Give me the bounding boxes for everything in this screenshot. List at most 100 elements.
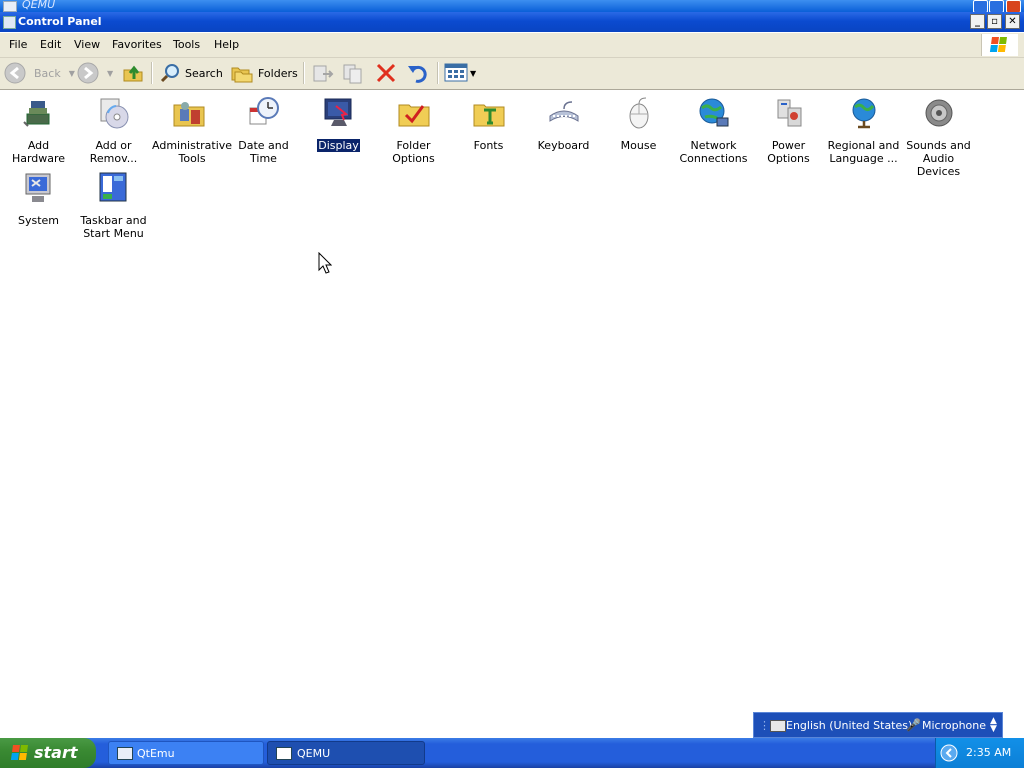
up-folder-button[interactable] — [122, 62, 144, 84]
copy-to-button[interactable] — [341, 62, 365, 84]
add-hardware-item[interactable]: Add Hardware — [1, 96, 76, 165]
folders-button[interactable]: Folders — [230, 62, 298, 84]
folder-options-item[interactable]: Folder Options — [376, 96, 451, 165]
item-label: System — [17, 214, 60, 227]
taskbar: start QtEmu QEMU 2:35 AM — [0, 738, 1024, 768]
power-options-item[interactable]: Power Options — [751, 96, 826, 165]
administrative-tools-icon — [173, 102, 204, 127]
qemu-minimize-button[interactable] — [973, 0, 988, 12]
regional-language-item[interactable]: Regional and Language ... — [826, 96, 901, 165]
language-bar-options-icon[interactable]: ▲ ▼ — [990, 717, 997, 734]
item-label: Keyboard — [537, 139, 590, 152]
views-dropdown-icon[interactable]: ▼ — [470, 69, 476, 78]
taskbar-item-qemu[interactable]: QEMU — [267, 741, 425, 765]
sounds-audio-icon — [925, 99, 952, 127]
copy-to-icon — [343, 64, 362, 84]
fonts-item[interactable]: Fonts — [451, 96, 526, 152]
keyboard-layout-icon — [770, 720, 786, 732]
toolbar: Back ▼ ▼ Search Folders ▼ — [0, 58, 1024, 90]
item-label: Administrative Tools — [152, 139, 233, 165]
menu-help[interactable]: Help — [214, 38, 239, 51]
minimize-button[interactable]: _ — [970, 14, 985, 29]
start-button[interactable]: start — [0, 738, 96, 768]
show-hidden-icons-button[interactable] — [940, 744, 958, 762]
qemu-maximize-button[interactable] — [989, 0, 1004, 12]
item-label: Date and Time — [238, 139, 289, 165]
close-button[interactable]: ✕ — [1005, 14, 1020, 29]
toolbar-separator — [437, 62, 439, 84]
taskbar-start-menu-item[interactable]: Taskbar and Start Menu — [76, 171, 151, 240]
language-bar-handle[interactable]: ⋮ — [759, 719, 770, 732]
qemu-close-button[interactable] — [1006, 0, 1021, 12]
task-label: QtEmu — [137, 747, 175, 760]
qemu-window-icon — [3, 1, 17, 12]
clock[interactable]: 2:35 AM — [966, 746, 1011, 759]
restore-button[interactable]: ▫ — [987, 14, 1002, 29]
system-icon — [25, 173, 50, 202]
undo-button[interactable] — [406, 62, 430, 84]
window-title: Control Panel — [18, 15, 102, 28]
folders-label: Folders — [258, 66, 298, 80]
views-button[interactable]: ▼ — [444, 62, 476, 84]
search-button[interactable]: Search — [159, 62, 223, 84]
microphone-icon: 🎤 — [906, 718, 921, 732]
date-time-item[interactable]: Date and Time — [226, 96, 301, 165]
search-label: Search — [185, 66, 223, 80]
network-connections-icon — [699, 98, 728, 127]
search-icon — [160, 64, 179, 83]
menu-view[interactable]: View — [74, 38, 100, 51]
menu-file[interactable]: File — [9, 38, 27, 51]
add-hardware-icon — [22, 101, 49, 127]
display-icon — [324, 98, 351, 126]
keyboard-item[interactable]: Keyboard — [526, 96, 601, 152]
item-label: Add Hardware — [11, 139, 66, 165]
power-options-icon — [777, 99, 801, 127]
item-label: Mouse — [620, 139, 657, 152]
task-label: QEMU — [297, 747, 331, 760]
move-to-button[interactable] — [311, 62, 335, 84]
keyboard-icon — [549, 101, 578, 122]
item-label: Fonts — [473, 139, 504, 152]
add-remove-programs-item[interactable]: Add or Remov... — [76, 96, 151, 165]
language-bar: ⋮ English (United States) 🎤 Microphone ▲… — [753, 712, 1003, 738]
forward-dropdown-icon[interactable]: ▼ — [107, 69, 113, 78]
mouse-icon — [629, 97, 648, 129]
mouse-item[interactable]: Mouse — [601, 96, 676, 152]
back-button[interactable]: Back ▼ — [4, 62, 75, 84]
menu-edit[interactable]: Edit — [40, 38, 61, 51]
windows-flag-icon — [10, 745, 28, 760]
window-icon — [276, 747, 292, 760]
up-folder-icon — [123, 65, 143, 82]
system-tray: 2:35 AM — [935, 738, 1024, 768]
forward-button[interactable]: ▼ — [77, 62, 113, 84]
taskbar-item-qtemu[interactable]: QtEmu — [108, 741, 264, 765]
window-icon — [117, 747, 133, 760]
back-arrow-icon — [4, 62, 26, 84]
sounds-audio-item[interactable]: Sounds and Audio Devices — [901, 96, 976, 178]
regional-language-icon — [852, 98, 875, 129]
menu-tools[interactable]: Tools — [173, 38, 200, 51]
item-label: Folder Options — [392, 139, 435, 165]
menu-bar: File Edit View Favorites Tools Help — [0, 33, 1024, 58]
qemu-window-title: QEMU — [22, 0, 56, 11]
date-time-icon — [249, 97, 279, 125]
network-connections-item[interactable]: Network Connections — [676, 96, 751, 165]
administrative-tools-item[interactable]: Administrative Tools — [151, 96, 232, 165]
microphone-button[interactable]: Microphone — [922, 719, 986, 732]
menu-favorites[interactable]: Favorites — [112, 38, 162, 51]
taskbar-start-menu-icon — [99, 172, 126, 202]
toolbar-separator — [303, 62, 305, 84]
folder-options-icon — [398, 104, 429, 127]
window-title-bar: Control Panel _ ▫ ✕ — [0, 12, 1024, 32]
toolbar-separator — [151, 62, 153, 84]
item-label: Display — [317, 139, 360, 152]
folders-icon — [231, 67, 253, 83]
item-label: Add or Remov... — [89, 139, 138, 165]
language-indicator[interactable]: English (United States) — [786, 719, 912, 732]
back-dropdown-icon[interactable]: ▼ — [69, 69, 75, 78]
display-item[interactable]: Display — [301, 96, 376, 152]
system-item[interactable]: System — [1, 171, 76, 227]
delete-button[interactable] — [375, 62, 397, 84]
delete-icon — [376, 63, 396, 83]
fonts-icon — [473, 104, 504, 127]
